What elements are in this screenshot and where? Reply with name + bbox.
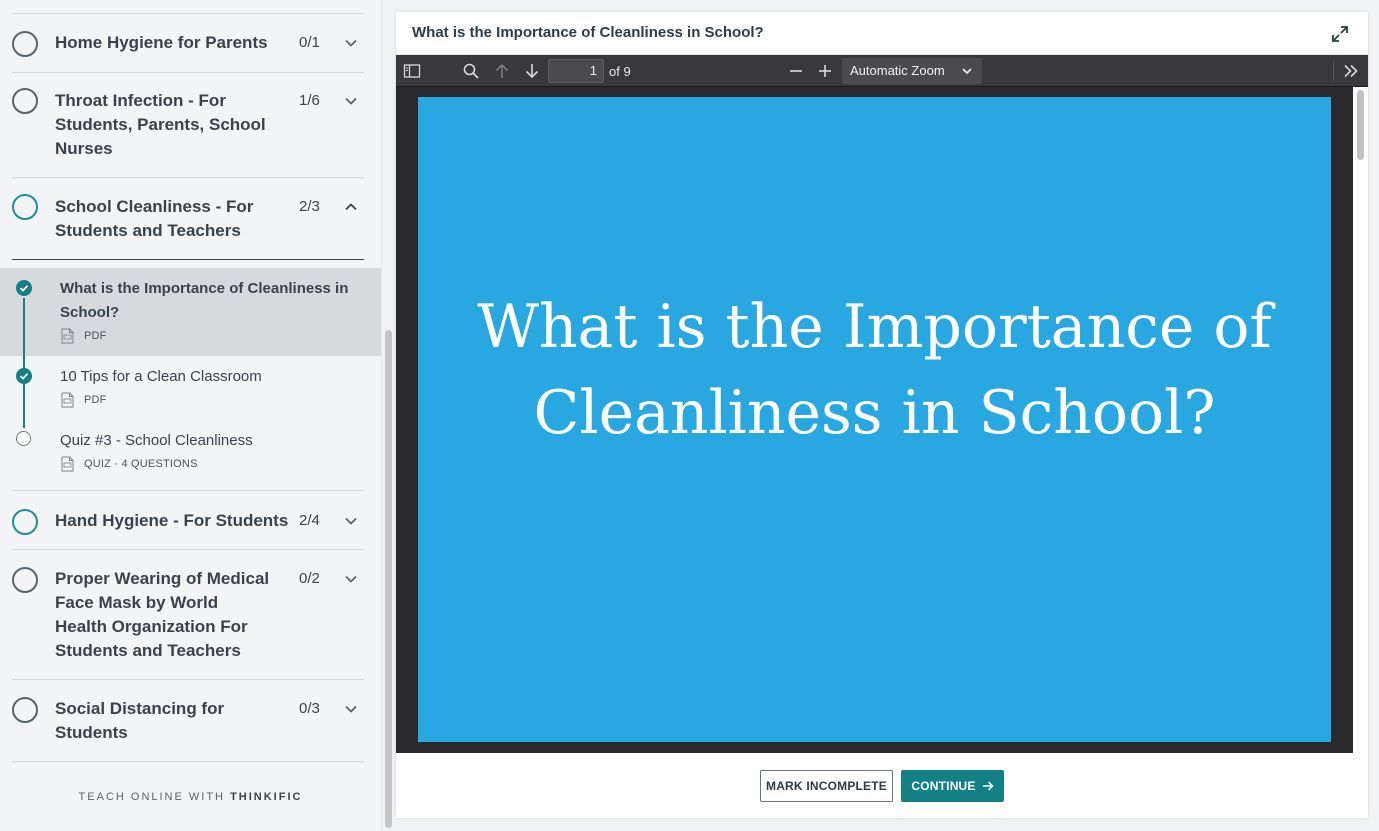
chapter-social-distancing[interactable]: Social Distancing for Students 0/3 — [12, 680, 364, 762]
lesson-meta: QUIZ · 4 QUESTIONS — [60, 456, 198, 472]
continue-label: CONTINUE — [911, 779, 976, 793]
chevron-down-icon[interactable] — [344, 702, 358, 716]
lesson-title: What is the Importance of Cleanliness in… — [412, 24, 764, 41]
chapter-progress-circle — [12, 567, 38, 593]
pdf-toolbar: 1 of 9 Automatic Zoom — [396, 55, 1368, 87]
lesson-title: 10 Tips for a Clean Classroom — [60, 368, 262, 385]
chapter-title: Social Distancing for Students — [55, 699, 225, 742]
chapter-title: Hand Hygiene - For Students — [55, 511, 289, 530]
chevron-down-icon[interactable] — [344, 514, 358, 528]
lesson-title: What is the Importance of Cleanliness in… — [60, 280, 349, 321]
lesson-type: PDF — [84, 394, 107, 406]
completed-check-icon — [16, 280, 32, 296]
chapter-throat-infection[interactable]: Throat Infection - For Students, Parents… — [12, 73, 364, 178]
chevron-down-icon — [962, 68, 972, 75]
chevron-down-icon[interactable] — [344, 94, 358, 108]
chevron-down-icon[interactable] — [344, 36, 358, 50]
quiz-file-icon — [61, 456, 74, 472]
sidebar-toggle-icon[interactable] — [403, 62, 421, 80]
toolbar-separator — [1333, 61, 1334, 81]
lesson-title: Quiz #3 - School Cleanliness — [60, 432, 253, 449]
chapter-school-cleanliness[interactable]: School Cleanliness - For Students and Te… — [12, 178, 364, 260]
footer-brand: THINKIFIC — [230, 791, 303, 803]
lesson-actions: MARK INCOMPLETE CONTINUE — [396, 753, 1368, 818]
chapter-progress-circle — [12, 509, 38, 535]
chapter-count: 0/2 — [299, 570, 320, 587]
lesson-item-active[interactable]: What is the Importance of Cleanliness in… — [0, 268, 381, 356]
course-sidebar: Home Hygiene for Parents 0/1 Throat Infe… — [0, 0, 381, 831]
completed-check-icon — [16, 368, 32, 384]
tools-menu-icon[interactable] — [1342, 62, 1360, 80]
chapter-hand-hygiene[interactable]: Hand Hygiene - For Students 2/4 — [12, 490, 364, 550]
continue-button[interactable]: CONTINUE — [901, 770, 1004, 802]
previous-page-icon[interactable] — [493, 62, 511, 80]
sidebar-scrollbar-thumb[interactable] — [385, 330, 392, 828]
chevron-up-icon[interactable] — [344, 200, 358, 214]
lesson-meta: PDF — [60, 392, 107, 408]
pdf-file-icon — [61, 392, 74, 408]
expand-icon[interactable] — [1330, 24, 1350, 44]
lesson-content-panel: What is the Importance of Cleanliness in… — [396, 12, 1368, 818]
chapter-progress-circle — [12, 31, 38, 57]
chapter-progress-circle — [12, 697, 38, 723]
footer-prefix: TEACH ONLINE WITH — [78, 791, 225, 803]
mark-incomplete-button[interactable]: MARK INCOMPLETE — [760, 770, 893, 802]
thinkific-footer-link[interactable]: TEACH ONLINE WITH THINKIFIC — [0, 791, 381, 803]
page-number-input[interactable]: 1 — [548, 59, 604, 83]
zoom-out-icon[interactable] — [787, 62, 805, 80]
chapter-count: 0/1 — [299, 34, 320, 51]
chapter-divider-top — [12, 0, 364, 14]
pdf-scrollbar-thumb[interactable] — [1357, 90, 1364, 160]
zoom-select[interactable]: Automatic Zoom — [842, 58, 982, 84]
chapter-title: Proper Wearing of Medical Face Mask by W… — [55, 569, 270, 660]
chapter-count: 2/4 — [299, 512, 320, 529]
pdf-scrollbar[interactable] — [1353, 87, 1368, 753]
next-page-icon[interactable] — [523, 62, 541, 80]
chapter-home-hygiene[interactable]: Home Hygiene for Parents 0/1 — [12, 14, 364, 73]
lesson-meta: PDF — [60, 328, 107, 344]
pdf-viewer: 1 of 9 Automatic Zoom What is the Import… — [396, 55, 1368, 753]
zoom-in-icon[interactable] — [816, 62, 834, 80]
lesson-type: PDF — [84, 330, 107, 342]
chapter-progress-circle — [12, 194, 38, 220]
incomplete-circle-icon — [16, 431, 31, 446]
chapter-face-mask[interactable]: Proper Wearing of Medical Face Mask by W… — [12, 550, 364, 680]
pdf-file-icon — [61, 328, 74, 344]
lesson-header: What is the Importance of Cleanliness in… — [396, 12, 1368, 55]
arrow-right-icon — [982, 781, 994, 791]
chapter-title: Throat Infection - For Students, Parents… — [55, 91, 266, 158]
lesson-item[interactable]: 10 Tips for a Clean Classroom PDF — [0, 356, 381, 420]
chapter-count: 2/3 — [299, 198, 320, 215]
lesson-type: QUIZ · 4 QUESTIONS — [84, 458, 198, 470]
chapter-count: 0/3 — [299, 700, 320, 717]
search-icon[interactable] — [462, 62, 480, 80]
pdf-page: What is the Importance of Cleanliness in… — [418, 97, 1331, 742]
zoom-value: Automatic Zoom — [850, 63, 945, 78]
slide-heading: What is the Importance of Cleanliness in… — [477, 291, 1272, 448]
chapter-count: 1/6 — [299, 92, 320, 109]
chapter-progress-circle — [12, 88, 38, 114]
page-count: of 9 — [609, 64, 631, 79]
chapter-title: School Cleanliness - For Students and Te… — [55, 197, 254, 240]
chevron-down-icon[interactable] — [344, 572, 358, 586]
chapter-title: Home Hygiene for Parents — [55, 33, 268, 52]
lesson-item[interactable]: Quiz #3 - School Cleanliness QUIZ · 4 QU… — [0, 420, 381, 488]
